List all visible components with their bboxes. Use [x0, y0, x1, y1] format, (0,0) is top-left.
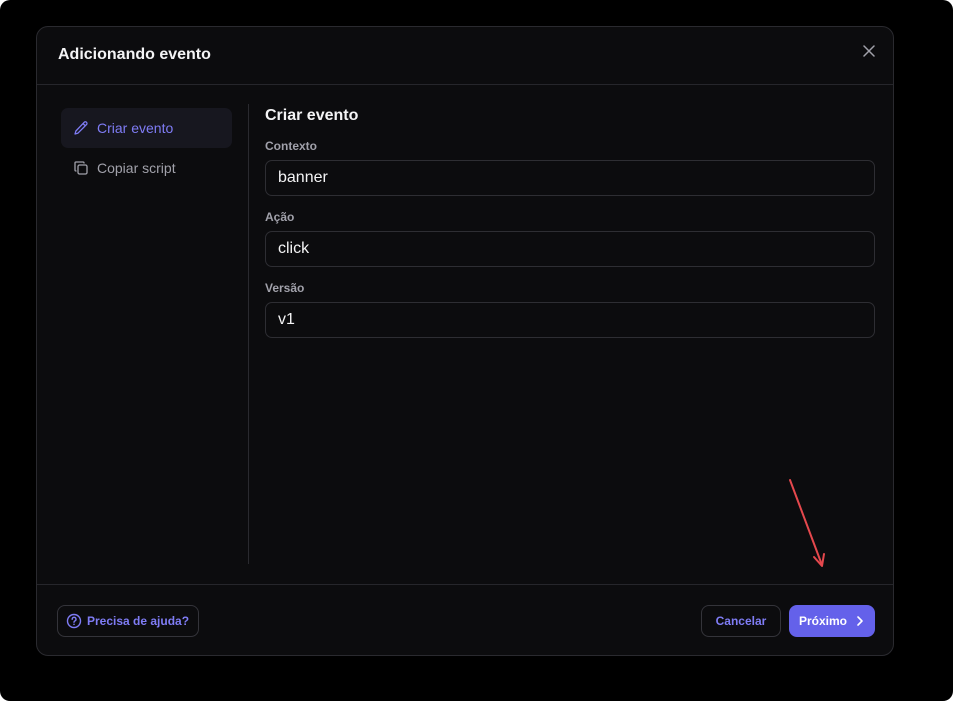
close-icon: [863, 45, 875, 57]
dialog-title: Adicionando evento: [58, 46, 211, 63]
action-label: Ação: [265, 210, 295, 224]
sidebar-item-criar-evento[interactable]: Criar evento: [61, 108, 232, 148]
close-button[interactable]: [861, 43, 877, 59]
steps-sidebar: Criar evento Copiar script: [61, 108, 232, 188]
chevron-right-icon: [855, 615, 865, 627]
cancel-button[interactable]: Cancelar: [701, 605, 781, 637]
dialog-header: Adicionando evento: [37, 27, 893, 85]
add-event-dialog: Adicionando evento Criar evento Copiar s…: [36, 26, 894, 656]
sidebar-item-label: Criar evento: [97, 120, 174, 136]
context-input[interactable]: [265, 160, 875, 196]
dialog-footer: Precisa de ajuda? Cancelar Próximo: [37, 584, 893, 657]
next-button-label: Próximo: [798, 614, 847, 628]
help-button[interactable]: Precisa de ajuda?: [57, 605, 200, 637]
question-circle-icon: [66, 613, 82, 629]
create-event-form: Criar evento Contexto Ação Versão: [265, 107, 875, 352]
screen-backdrop: Adicionando evento Criar evento Copiar s…: [0, 0, 953, 701]
form-title: Criar evento: [265, 107, 359, 124]
annotation-arrow-icon: [789, 479, 825, 567]
sidebar-divider: [248, 104, 249, 564]
sidebar-item-label: Copiar script: [97, 160, 176, 176]
context-label: Contexto: [265, 139, 317, 153]
sidebar-item-copiar-script[interactable]: Copiar script: [61, 148, 232, 188]
version-label: Versão: [265, 281, 305, 295]
action-input[interactable]: [265, 231, 875, 267]
help-button-label: Precisa de ajuda?: [87, 614, 190, 628]
version-input[interactable]: [265, 302, 875, 338]
copy-icon: [73, 160, 89, 176]
pencil-icon: [73, 120, 89, 136]
next-button[interactable]: Próximo: [789, 605, 875, 637]
